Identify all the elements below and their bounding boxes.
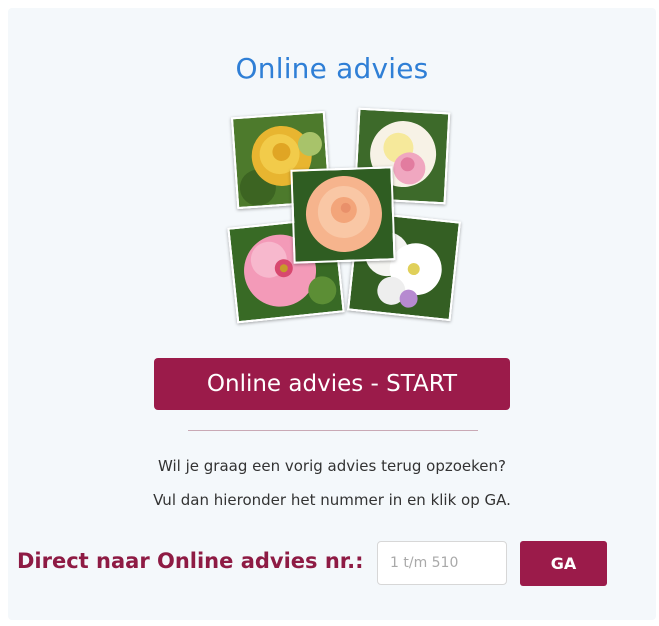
divider: [188, 430, 478, 431]
direct-advies-label: Direct naar Online advies nr.:: [17, 549, 364, 573]
widget-title: Online advies: [235, 52, 429, 85]
online-advies-card: Online advies Online advies - START Wil …: [8, 8, 656, 620]
peach-rose-photo: [290, 166, 396, 264]
rose-photo-collage: [226, 104, 466, 324]
online-advies-start-button[interactable]: Online advies - START: [154, 358, 510, 410]
lookup-question-text: Wil je graag een vorig advies terug opzo…: [157, 457, 506, 475]
lookup-instruction-text: Vul dan hieronder het nummer in en klik …: [153, 491, 511, 509]
go-button[interactable]: GA: [520, 541, 607, 586]
advies-number-input[interactable]: [377, 541, 507, 585]
